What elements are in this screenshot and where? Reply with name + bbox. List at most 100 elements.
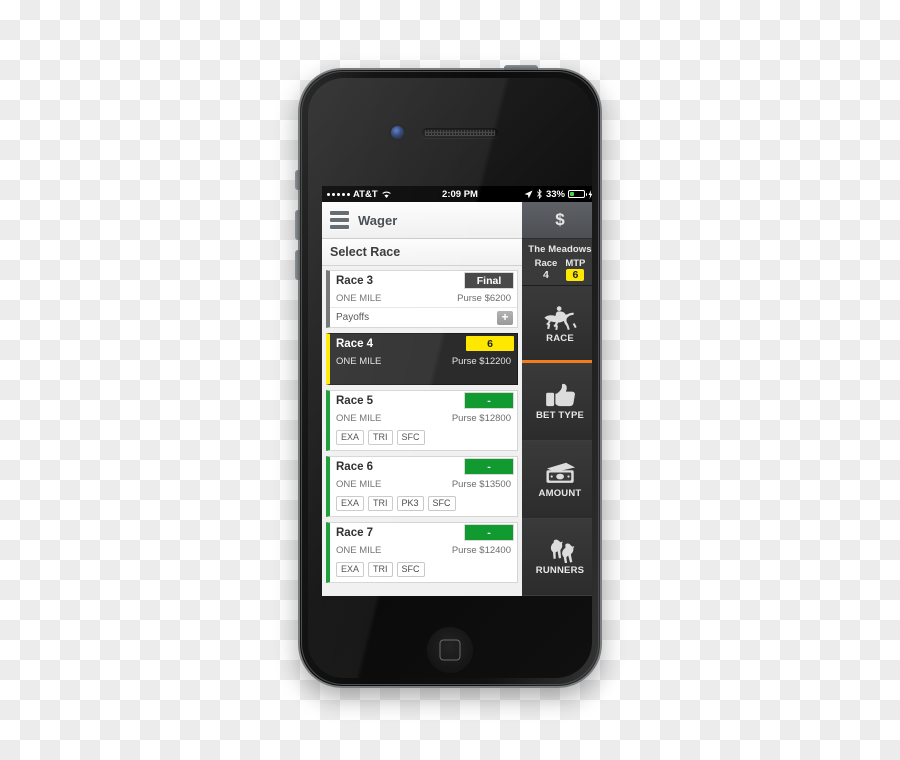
phone-glass: AT&T 2:09 PM 33% Wager $ Select Race Rac…	[308, 78, 592, 678]
mtp-badge: 6	[566, 269, 585, 281]
race-list-panel: Select Race Race 3 Final ONE MILE Purse $62…	[322, 239, 522, 596]
race-distance-label: ONE MILE	[336, 356, 382, 367]
bet-type-chip[interactable]: TRI	[368, 562, 393, 577]
sidebar-item-label: BET TYPE	[535, 410, 585, 422]
bet-type-chip-row: EXA TRI PK3 SFC	[330, 493, 517, 516]
mtp-cell: MTP 6	[565, 258, 585, 281]
mtp-label: MTP	[565, 258, 586, 269]
wager-steps-sidebar: The Meadows Race 4 MTP 6 RACE BET TYPE A…	[522, 239, 592, 596]
sidebar-item-label: AMOUNT	[538, 487, 582, 499]
race-name-label: Race 6	[336, 460, 374, 473]
race-value: 4	[543, 269, 549, 281]
content-area: Select Race Race 3 Final ONE MILE Purse $62…	[322, 239, 592, 596]
race-status-badge: 6	[466, 336, 514, 351]
section-title: Select Race	[322, 239, 522, 266]
race-card-header: Race 7 -	[330, 523, 517, 542]
bet-type-chip[interactable]: SFC	[396, 430, 425, 445]
sidebar-item-bet-type[interactable]: BET TYPE	[522, 363, 592, 441]
race-card[interactable]: Race 5 - ONE MILE Purse $12800 EXA TRI SFC	[326, 390, 518, 451]
race-distance-label: ONE MILE	[336, 479, 382, 490]
status-bar: AT&T 2:09 PM 33%	[322, 186, 592, 202]
lightning-bolt-icon	[588, 189, 592, 199]
earpiece-speaker-icon	[422, 128, 498, 138]
track-race-mtp-row: Race 4 MTP 6	[524, 258, 592, 281]
sidebar-item-race[interactable]: RACE	[522, 286, 592, 364]
bet-type-chip-row: EXA TRI SFC	[330, 427, 517, 450]
thumbs-up-icon	[539, 382, 581, 408]
race-name-label: Race 7	[336, 526, 374, 539]
page-title: Wager	[358, 212, 398, 228]
race-card-spacer	[330, 370, 517, 384]
phone-screen: AT&T 2:09 PM 33% Wager $ Select Race Rac…	[322, 186, 592, 596]
status-bar-right: 33%	[524, 189, 592, 200]
bet-type-chip[interactable]: TRI	[368, 430, 393, 445]
race-status-badge: Final	[464, 272, 514, 289]
race-purse-label: Purse $12800	[451, 413, 511, 424]
race-purse-label: Purse $12400	[451, 545, 511, 556]
race-distance-label: ONE MILE	[336, 545, 382, 556]
sidebar-nav-items[interactable]: RACE BET TYPE AMOUNT RUNNERS	[522, 286, 592, 596]
race-card-details: ONE MILE Purse $13500	[330, 476, 517, 493]
bet-type-chip[interactable]: SFC	[427, 496, 456, 511]
silent-switch[interactable]	[295, 170, 300, 190]
race-card-details: ONE MILE Purse $12200	[330, 353, 517, 370]
two-horses-icon	[539, 537, 581, 564]
sidebar-item-runners[interactable]: RUNNERS	[522, 518, 592, 596]
race-purse-label: Purse $13500	[451, 479, 511, 490]
race-label: Race	[534, 258, 558, 269]
race-list[interactable]: Race 3 Final ONE MILE Purse $6200 Payoffs + Ra…	[322, 266, 522, 583]
race-card[interactable]: Race 3 Final ONE MILE Purse $6200 Payoffs +	[326, 270, 518, 328]
volume-up-button[interactable]	[295, 210, 300, 240]
hamburger-menu-icon[interactable]	[330, 211, 349, 229]
payoffs-row[interactable]: Payoffs +	[330, 307, 517, 327]
race-status-badge: -	[464, 392, 514, 409]
bet-type-chip[interactable]: PK3	[396, 496, 424, 511]
race-card-details: ONE MILE Purse $6200	[330, 290, 517, 307]
battery-percent-label: 33%	[545, 188, 565, 200]
sidebar-item-label: RACE	[546, 332, 574, 344]
race-purse-label: Purse $6200	[457, 293, 511, 304]
race-name-label: Race 4	[336, 337, 374, 350]
bluetooth-icon	[537, 189, 542, 199]
race-distance-label: ONE MILE	[336, 293, 382, 304]
bet-type-chip[interactable]: SFC	[396, 562, 425, 577]
battery-icon	[568, 190, 587, 198]
bet-type-chip[interactable]: EXA	[336, 430, 365, 445]
race-card-details: ONE MILE Purse $12400	[330, 542, 517, 559]
race-status-badge: -	[464, 458, 514, 475]
power-button[interactable]	[504, 65, 538, 70]
race-card[interactable]: Race 7 - ONE MILE Purse $12400 EXA TRI SFC	[326, 522, 518, 583]
race-card-details: ONE MILE Purse $12800	[330, 410, 517, 427]
phone-device: AT&T 2:09 PM 33% Wager $ Select Race Rac…	[295, 65, 602, 688]
race-card-header: Race 6 -	[330, 457, 517, 476]
home-button-icon[interactable]	[427, 627, 473, 673]
app-header-left: Wager	[322, 202, 522, 239]
payoffs-expand-button[interactable]: +	[497, 310, 513, 325]
track-name-label: The Meadows	[528, 244, 592, 255]
bet-type-chip-row: EXA TRI SFC	[330, 559, 517, 582]
payoffs-label: Payoffs	[336, 312, 370, 323]
bet-type-chip[interactable]: TRI	[368, 496, 393, 511]
dollar-balance-button[interactable]: $	[522, 202, 592, 239]
race-name-label: Race 3	[336, 274, 374, 287]
race-distance-label: ONE MILE	[336, 413, 382, 424]
current-race-cell: Race 4	[535, 258, 558, 281]
race-purse-label: Purse $12200	[451, 356, 511, 367]
sidebar-item-amount[interactable]: AMOUNT	[522, 441, 592, 519]
track-info: The Meadows Race 4 MTP 6	[522, 239, 592, 286]
race-card-header: Race 3 Final	[330, 271, 517, 290]
location-arrow-icon	[524, 190, 533, 198]
race-card[interactable]: Race 4 6 ONE MILE Purse $12200	[326, 333, 518, 385]
race-status-badge: -	[464, 524, 514, 541]
horse-jockey-icon	[539, 305, 581, 331]
app-header: Wager $	[322, 202, 592, 239]
bet-type-chip[interactable]: EXA	[336, 562, 365, 577]
race-name-label: Race 5	[336, 394, 374, 407]
bet-type-chip[interactable]: EXA	[336, 496, 365, 511]
front-camera-icon	[391, 126, 404, 139]
cash-money-icon	[539, 460, 581, 486]
race-card[interactable]: Race 6 - ONE MILE Purse $13500 EXA TRI PK3 SFC	[326, 456, 518, 517]
race-card-header: Race 4 6	[330, 334, 517, 353]
volume-down-button[interactable]	[295, 250, 300, 280]
sidebar-item-label: RUNNERS	[535, 565, 585, 577]
